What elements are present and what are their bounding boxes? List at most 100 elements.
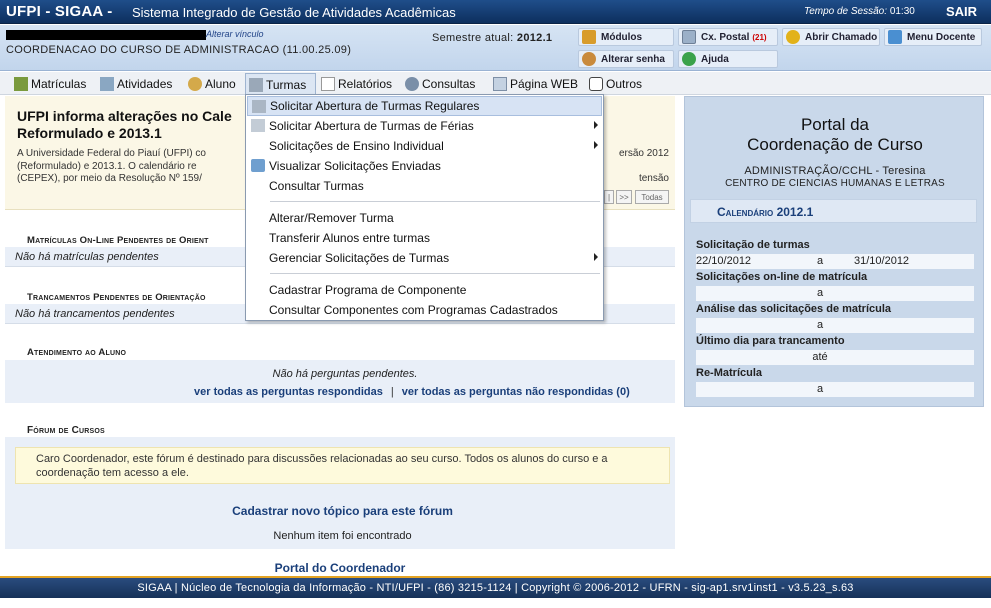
mailbox-icon bbox=[682, 30, 696, 44]
dropdown-item-label: Transferir Alunos entre turmas bbox=[269, 231, 430, 245]
cal-row-value: a bbox=[696, 318, 974, 333]
dropdown-item-solicitar-regulares[interactable]: Solicitar Abertura de Turmas Regulares bbox=[247, 96, 602, 116]
menu-aluno[interactable]: Aluno bbox=[188, 74, 236, 94]
menu-relatorios[interactable]: Relatórios bbox=[321, 74, 392, 94]
menu-aluno-label: Aluno bbox=[205, 77, 236, 91]
dropdown-item-gerenciar-solicitacoes[interactable]: Gerenciar Solicitações de Turmas bbox=[247, 248, 602, 268]
ajuda-label: Ajuda bbox=[701, 53, 729, 65]
cal-row-mid: até bbox=[812, 351, 828, 363]
redacted-user-name bbox=[6, 30, 206, 40]
menu-docente-label: Menu Docente bbox=[907, 31, 976, 43]
menu-consultas-label: Consultas bbox=[422, 77, 476, 91]
abrir-chamado-button[interactable]: Abrir Chamado bbox=[782, 28, 880, 46]
cal-row-label: Análise das solicitações de matrícula bbox=[696, 303, 892, 315]
notice-body-line2: (Reformulado) e 2013.1. O calendário re bbox=[17, 160, 197, 172]
submenu-arrow-icon bbox=[594, 141, 598, 149]
notice-body-line3: (CEPEX), por meio da Resolução Nº 159/ bbox=[17, 173, 202, 184]
atendimento-heading: Atendimento ao Aluno bbox=[27, 347, 127, 358]
dropdown-item-alterar-remover[interactable]: Alterar/Remover Turma bbox=[247, 208, 602, 228]
portal-center: CENTRO DE CIENCIAS HUMANAS E LETRAS bbox=[725, 178, 945, 189]
atendimento-links: ver todas as perguntas respondidas | ver t… bbox=[194, 386, 630, 398]
dropdown-item-solicitar-ferias[interactable]: Solicitar Abertura de Turmas de Férias bbox=[247, 116, 602, 136]
cx-postal-button[interactable]: Cx. Postal (21) bbox=[678, 28, 778, 46]
menu-atividades[interactable]: Atividades bbox=[100, 74, 172, 94]
ajuda-button[interactable]: Ajuda bbox=[678, 50, 778, 68]
portal-side-panel: Portal da Coordenação de Curso ADMINISTR… bbox=[684, 96, 984, 407]
dropdown-item-cadastrar-programa[interactable]: Cadastrar Programa de Componente bbox=[247, 280, 602, 300]
calendar-header: Calendário 2012.1 bbox=[690, 199, 977, 223]
cal-row-mid: a bbox=[816, 383, 824, 395]
menu-consultas[interactable]: Consultas bbox=[405, 74, 475, 94]
cal-row-label: Solicitações on-line de matrícula bbox=[696, 271, 868, 283]
menu-docente-button[interactable]: Menu Docente bbox=[884, 28, 982, 46]
turmas-icon bbox=[249, 77, 263, 92]
pager-all-button[interactable]: Todas bbox=[635, 190, 669, 204]
cal-row-mid: a bbox=[816, 287, 824, 299]
menu-pagina-web[interactable]: Página WEB bbox=[493, 74, 578, 94]
cal-row-start: 22/10/2012 bbox=[696, 255, 752, 267]
dropdown-item-label: Visualizar Solicitações Enviadas bbox=[269, 159, 441, 173]
pager-next-button[interactable]: >> bbox=[616, 190, 632, 204]
forum-note: Caro Coordenador, este fórum é destinado… bbox=[15, 447, 670, 484]
turmas-dropdown-menu: Solicitar Abertura de Turmas Regulares S… bbox=[245, 94, 604, 321]
dropdown-item-label: Consultar Turmas bbox=[269, 179, 364, 193]
menu-pagina-web-label: Página WEB bbox=[510, 77, 579, 91]
modulos-label: Módulos bbox=[601, 31, 643, 43]
notice-body-right1: ersão 2012 bbox=[618, 148, 669, 159]
forum-heading: Fórum de Cursos bbox=[27, 425, 105, 436]
help-icon bbox=[682, 52, 696, 66]
cal-row-value: 22/10/2012 a 31/10/2012 bbox=[696, 254, 974, 269]
pager-prev-button[interactable]: | bbox=[604, 190, 614, 204]
link-perguntas-respondidas[interactable]: ver todas as perguntas respondidas bbox=[194, 386, 383, 398]
matriculas-icon bbox=[14, 77, 28, 91]
menu-matriculas[interactable]: Matrículas bbox=[14, 74, 86, 94]
cx-postal-count: (21) bbox=[752, 32, 767, 42]
dropdown-item-label: Cadastrar Programa de Componente bbox=[269, 283, 467, 297]
dropdown-item-visualizar-solicitacoes[interactable]: Visualizar Solicitações Enviadas bbox=[247, 156, 602, 176]
dropdown-item-label: Solicitações de Ensino Individual bbox=[269, 139, 444, 153]
view-requests-icon bbox=[251, 159, 265, 172]
cx-postal-label: Cx. Postal bbox=[701, 31, 750, 43]
coordination-unit: COORDENACAO DO CURSO DE ADMINISTRACAO (1… bbox=[6, 44, 352, 56]
phone-icon bbox=[589, 77, 603, 91]
menu-matriculas-label: Matrículas bbox=[31, 77, 87, 91]
notice-body: A Universidade Federal do Piauí (UFPI) c… bbox=[17, 148, 257, 186]
session-time: 01:30 bbox=[889, 6, 915, 17]
submenu-arrow-icon bbox=[594, 121, 598, 129]
alterar-senha-button[interactable]: Alterar senha bbox=[578, 50, 674, 68]
alterar-vinculo-link[interactable]: Alterar vínculo bbox=[206, 29, 264, 39]
dropdown-item-consultar-componentes[interactable]: Consultar Componentes com Programas Cada… bbox=[247, 300, 602, 320]
link-perguntas-nao-respondidas[interactable]: ver todas as perguntas não respondidas (… bbox=[402, 386, 630, 398]
notice-body-right2: tensão bbox=[638, 173, 669, 184]
docente-icon bbox=[888, 30, 902, 44]
cal-row-end: 31/10/2012 bbox=[854, 255, 910, 267]
atendimento-empty: Não há perguntas pendentes. bbox=[272, 368, 418, 380]
cadastrar-topico-link[interactable]: Cadastrar novo tópico para este fórum bbox=[5, 504, 680, 518]
logout-link[interactable]: SAIR bbox=[946, 4, 977, 19]
cal-row-mid: a bbox=[816, 319, 824, 331]
semester-label: Semestre atual: bbox=[432, 32, 514, 44]
dropdown-item-transferir-alunos[interactable]: Transferir Alunos entre turmas bbox=[247, 228, 602, 248]
dropdown-item-consultar-turmas[interactable]: Consultar Turmas bbox=[247, 176, 602, 196]
menu-outros[interactable]: Outros bbox=[589, 74, 642, 94]
current-semester: Semestre atual: 2012.1 bbox=[432, 32, 552, 44]
bottom-strip bbox=[0, 598, 991, 608]
cal-row-value: a bbox=[696, 286, 974, 301]
notice-title[interactable]: UFPI informa alterações no Cale Reformul… bbox=[17, 108, 247, 142]
aluno-icon bbox=[188, 77, 202, 91]
modulos-button[interactable]: Módulos bbox=[578, 28, 674, 46]
cal-row-mid: a bbox=[817, 255, 824, 267]
notice-body-right: ersão 2012 tensão bbox=[613, 148, 669, 186]
trancamentos-pendentes-heading: Trancamentos Pendentes de Orientação bbox=[27, 292, 206, 303]
session-label: Tempo de Sessão: bbox=[804, 6, 888, 17]
system-name: Sistema Integrado de Gestão de Atividade… bbox=[132, 5, 456, 20]
atividades-icon bbox=[100, 77, 114, 91]
notice-body-line1: A Universidade Federal do Piauí (UFPI) c… bbox=[17, 148, 206, 159]
notice-title-line2: Reformulado e 2013.1 bbox=[17, 125, 162, 141]
abrir-chamado-label: Abrir Chamado bbox=[805, 31, 878, 43]
cal-row-value: até bbox=[696, 350, 974, 365]
menu-turmas[interactable]: Turmas bbox=[245, 73, 316, 95]
dropdown-item-label: Consultar Componentes com Programas Cada… bbox=[269, 303, 558, 317]
portal-coordenador-link[interactable]: Portal do Coordenador bbox=[0, 561, 680, 575]
dropdown-item-ensino-individual[interactable]: Solicitações de Ensino Individual bbox=[247, 136, 602, 156]
